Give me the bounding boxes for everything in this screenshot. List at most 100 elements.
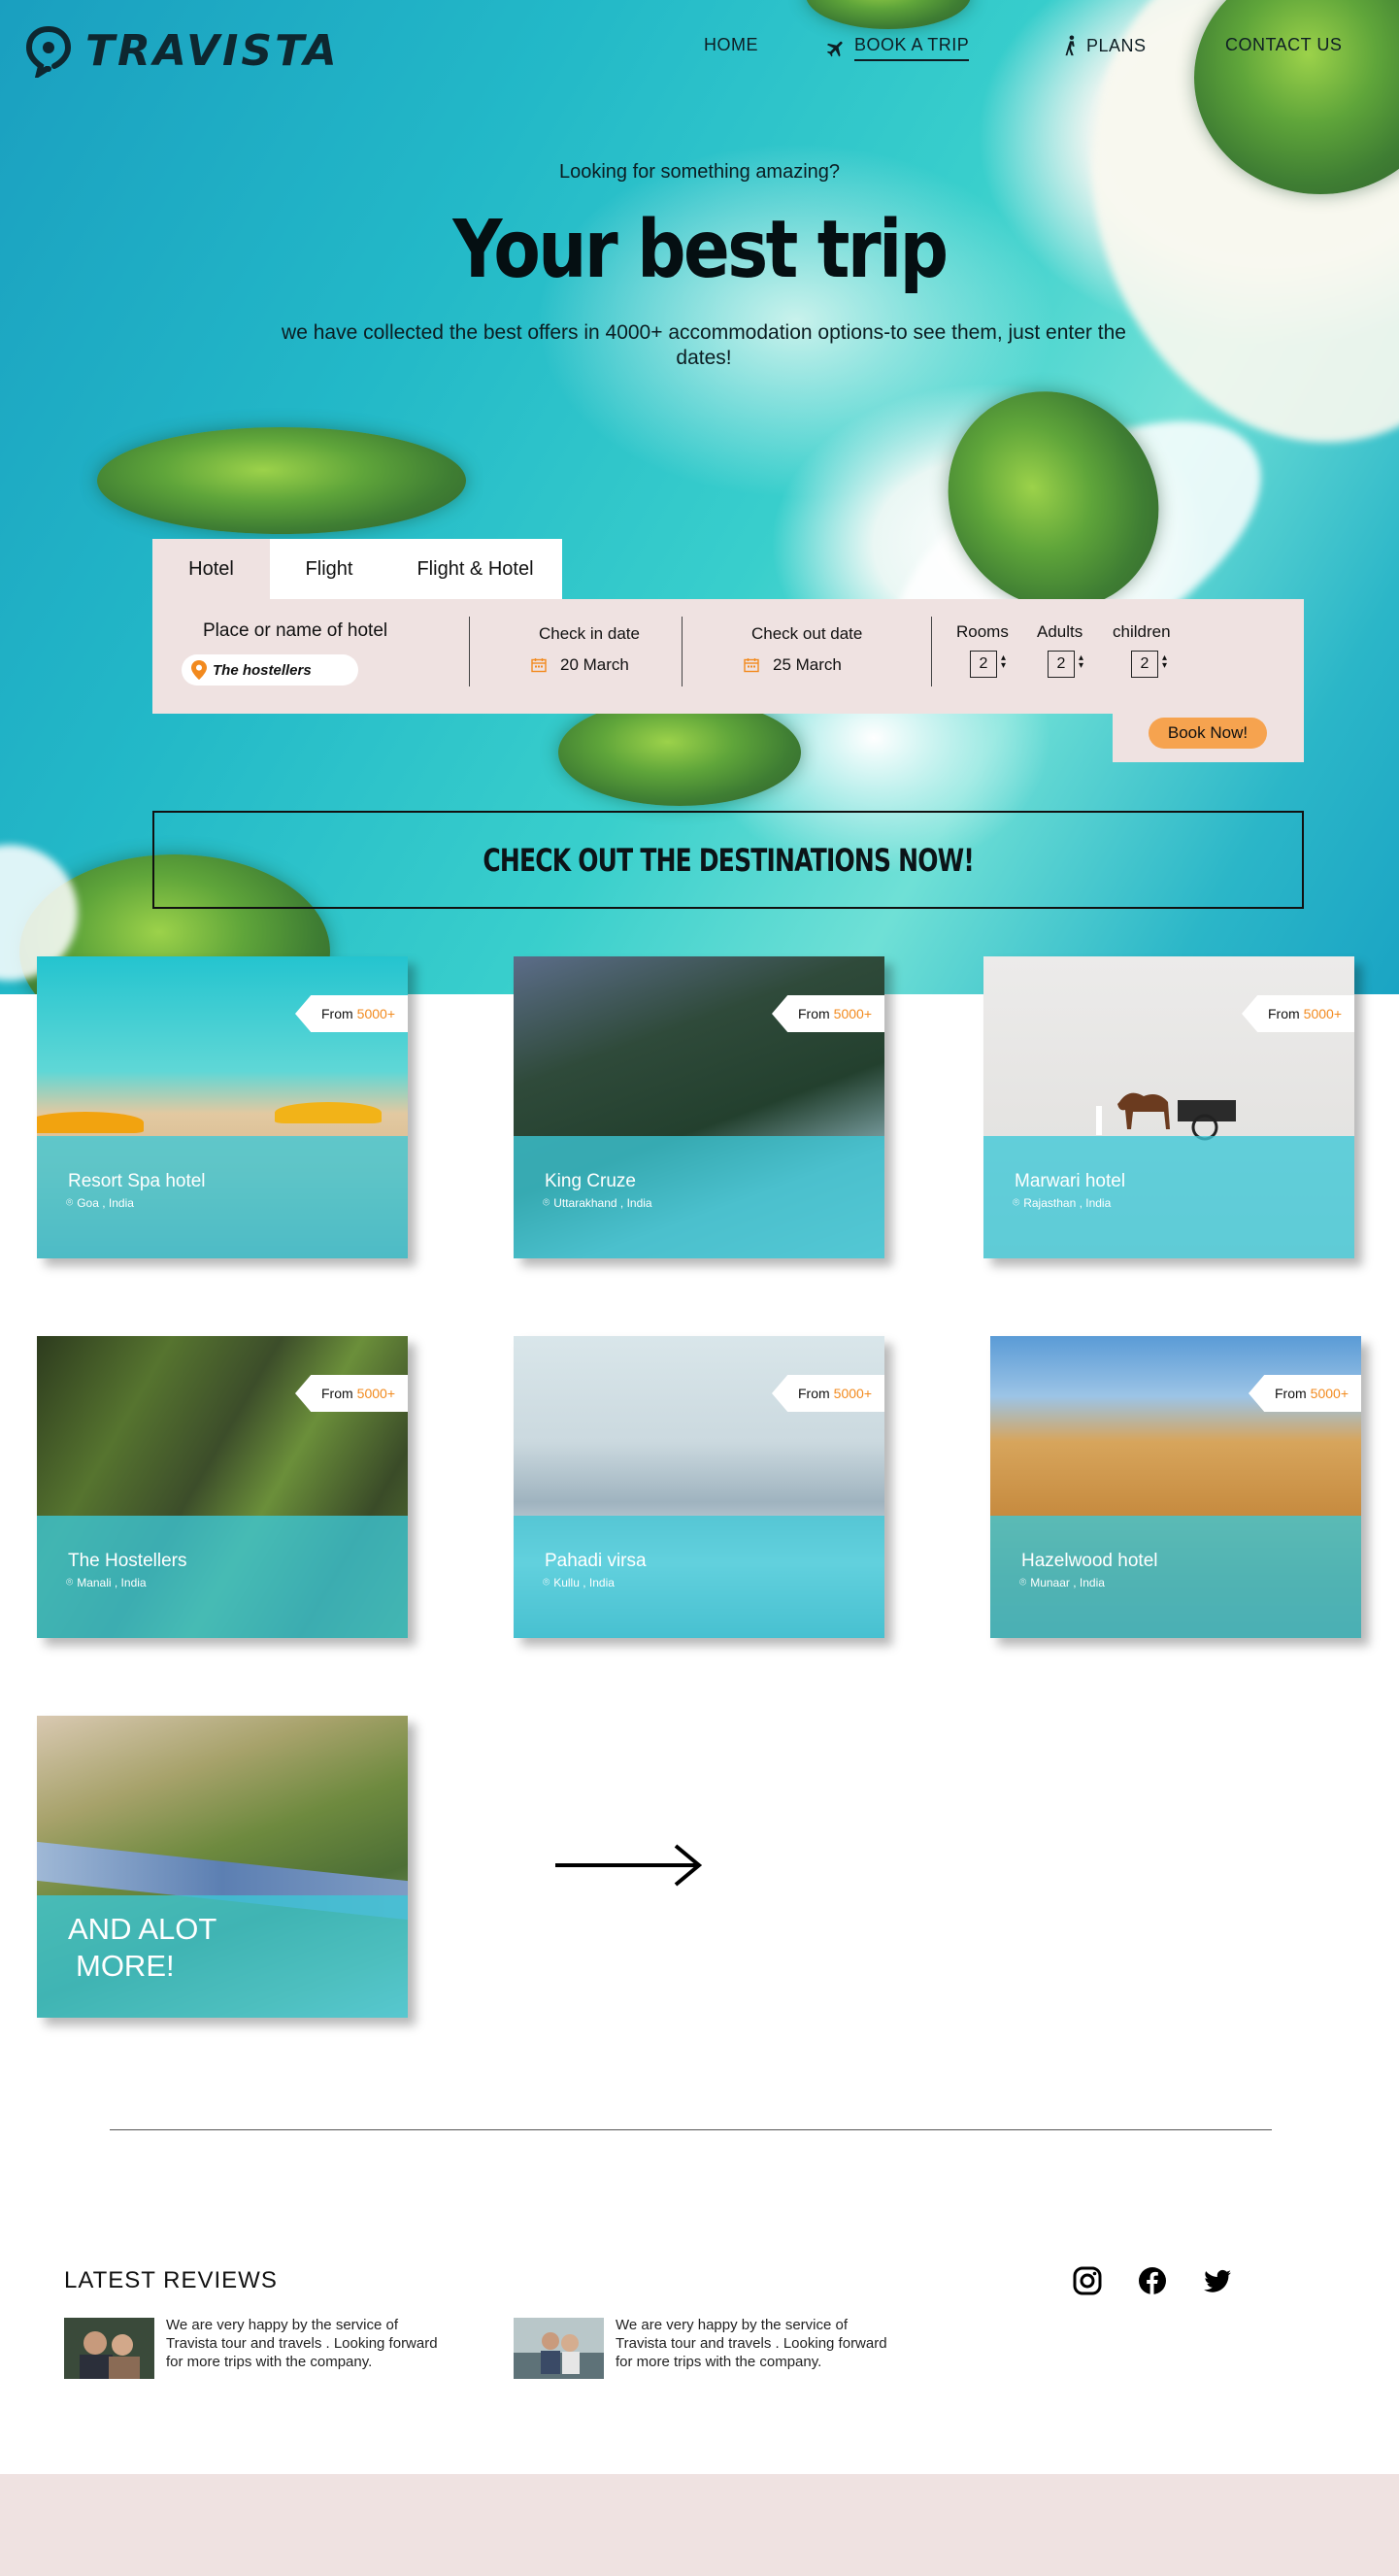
pin-icon: ⌾ bbox=[543, 1195, 550, 1209]
checkout-value: 25 March bbox=[773, 655, 842, 674]
nav-contact[interactable]: CONTACT US bbox=[1225, 35, 1342, 55]
reviews-title: LATEST REVIEWS bbox=[64, 2267, 278, 2293]
price-amount: 5000+ bbox=[1303, 1006, 1342, 1021]
price-amount: 5000+ bbox=[1310, 1386, 1349, 1401]
divider bbox=[469, 617, 470, 686]
price-tag: From 5000+ bbox=[1249, 1375, 1361, 1412]
card-location: ⌾ Rajasthan , India bbox=[1013, 1195, 1111, 1210]
divider bbox=[931, 617, 932, 686]
social-links bbox=[1072, 2265, 1233, 2296]
facebook-icon[interactable] bbox=[1137, 2265, 1168, 2296]
destination-card[interactable]: From 5000+ The Hostellers ⌾ Manali , India bbox=[37, 1336, 408, 1638]
checkout-field[interactable]: 25 March bbox=[744, 655, 842, 675]
booking-panel: Place or name of hotel The hostellers Ch… bbox=[152, 599, 1304, 714]
children-stepper-icon[interactable]: ▴ ▾ bbox=[1162, 653, 1167, 671]
main-nav: HOME BOOK A TRIP PLANS CONTACT US bbox=[0, 35, 1399, 64]
instagram-icon[interactable] bbox=[1072, 2265, 1103, 2296]
review-item: We are very happy by the service of Trav… bbox=[514, 2316, 887, 2379]
tab-flight-hotel[interactable]: Flight & Hotel bbox=[388, 539, 562, 599]
nav-home[interactable]: HOME bbox=[704, 35, 758, 55]
adults-input[interactable]: 2 bbox=[1048, 651, 1075, 678]
twitter-icon[interactable] bbox=[1202, 2265, 1233, 2296]
hiker-icon bbox=[1065, 35, 1075, 56]
review-item: We are very happy by the service of Trav… bbox=[64, 2316, 438, 2379]
rooms-input[interactable]: 2 bbox=[970, 651, 997, 678]
island-image bbox=[558, 699, 801, 806]
destination-card[interactable]: From 5000+ Hazelwood hotel ⌾ Munaar , Indi… bbox=[990, 1336, 1361, 1638]
hero-kicker: Looking for something amazing? bbox=[558, 161, 841, 183]
card-location: ⌾ Goa , India bbox=[66, 1195, 134, 1210]
checkin-label: Check in date bbox=[539, 624, 640, 643]
card-title: Marwari hotel bbox=[1015, 1171, 1126, 1191]
card-location: ⌾ Uttarakhand , India bbox=[543, 1195, 652, 1210]
section-divider bbox=[110, 2129, 1272, 2130]
card-location-text: Rajasthan , India bbox=[1023, 1195, 1112, 1210]
hero-subtitle: we have collected the best offers in 400… bbox=[282, 321, 1126, 369]
price-tag: From 5000+ bbox=[772, 995, 884, 1032]
nav-book-trip[interactable]: BOOK A TRIP bbox=[825, 35, 970, 61]
location-pin-icon bbox=[191, 660, 207, 680]
adults-label: Adults bbox=[1037, 622, 1083, 641]
island-image bbox=[97, 427, 466, 534]
card-title: King Cruze bbox=[545, 1171, 636, 1191]
card-location-text: Kullu , India bbox=[553, 1575, 615, 1589]
umbrella-image bbox=[37, 1112, 144, 1133]
more-text-line2: MORE! bbox=[76, 1949, 175, 1983]
price-from: From bbox=[1268, 1006, 1300, 1021]
pin-icon: ⌾ bbox=[543, 1575, 550, 1589]
checkin-value: 20 March bbox=[560, 655, 629, 674]
card-location: ⌾ Manali , India bbox=[66, 1575, 147, 1589]
island-image bbox=[806, 0, 971, 29]
price-amount: 5000+ bbox=[356, 1386, 395, 1401]
price-amount: 5000+ bbox=[356, 1006, 395, 1021]
pin-icon: ⌾ bbox=[1013, 1195, 1020, 1209]
card-location-text: Manali , India bbox=[77, 1575, 147, 1589]
price-from: From bbox=[321, 1006, 353, 1021]
card-title: Resort Spa hotel bbox=[68, 1171, 206, 1191]
arrow-right-icon[interactable] bbox=[553, 1843, 705, 1888]
more-text-line1: AND ALOT bbox=[68, 1912, 217, 1946]
destination-card[interactable]: From 5000+ King Cruze ⌾ Uttarakhand , Indi… bbox=[514, 956, 884, 1258]
place-label: Place or name of hotel bbox=[203, 620, 388, 641]
umbrella-image bbox=[275, 1102, 382, 1123]
children-input[interactable]: 2 bbox=[1131, 651, 1158, 678]
adults-stepper-icon[interactable]: ▴ ▾ bbox=[1079, 653, 1083, 671]
booking-tabs: Hotel Flight Flight & Hotel bbox=[152, 539, 562, 599]
price-from: From bbox=[798, 1006, 830, 1021]
price-from: From bbox=[1275, 1386, 1307, 1401]
nav-plans[interactable]: PLANS bbox=[1063, 35, 1147, 56]
rooms-stepper-icon[interactable]: ▴ ▾ bbox=[1001, 653, 1006, 671]
pin-icon: ⌾ bbox=[66, 1195, 74, 1209]
pin-icon: ⌾ bbox=[66, 1575, 74, 1589]
card-location: ⌾ Kullu , India bbox=[543, 1575, 615, 1589]
hero-title: Your best trip bbox=[452, 204, 949, 296]
place-input[interactable]: The hostellers bbox=[182, 654, 358, 686]
children-label: children bbox=[1113, 622, 1171, 641]
price-amount: 5000+ bbox=[833, 1386, 872, 1401]
calendar-icon bbox=[531, 658, 547, 673]
footer bbox=[0, 2474, 1399, 2576]
card-location-text: Uttarakhand , India bbox=[553, 1195, 652, 1210]
destination-card[interactable]: From 5000+ Pahadi virsa ⌾ Kullu , India bbox=[514, 1336, 884, 1638]
nav-contact-label: CONTACT US bbox=[1225, 35, 1343, 54]
card-location: ⌾ Munaar , India bbox=[1019, 1575, 1105, 1589]
destination-card[interactable]: From 5000+ Resort Spa hotel ⌾ Goa , India bbox=[37, 956, 408, 1258]
price-from: From bbox=[798, 1386, 830, 1401]
rooms-label: Rooms bbox=[956, 622, 1009, 641]
more-destinations-card[interactable]: AND ALOT MORE! bbox=[37, 1716, 408, 2018]
price-tag: From 5000+ bbox=[1242, 995, 1354, 1032]
nav-book-trip-label: BOOK A TRIP bbox=[854, 35, 970, 61]
card-title: Pahadi virsa bbox=[545, 1551, 647, 1571]
nav-home-label: HOME bbox=[704, 35, 758, 54]
checkin-field[interactable]: 20 March bbox=[531, 655, 629, 675]
reviewer-avatar bbox=[64, 2318, 154, 2379]
book-button-wrap: Book Now! bbox=[1113, 714, 1304, 762]
destinations-cta[interactable]: CHECK OUT THE DESTINATIONS NOW! bbox=[152, 811, 1304, 909]
destination-card[interactable]: From 5000+ Marwari hotel ⌾ Rajasthan , Ind… bbox=[983, 956, 1354, 1258]
tab-hotel[interactable]: Hotel bbox=[152, 539, 270, 599]
tab-flight[interactable]: Flight bbox=[270, 539, 388, 599]
camel-cart-image bbox=[1096, 1092, 1236, 1141]
book-now-button[interactable]: Book Now! bbox=[1149, 718, 1267, 749]
cta-text: CHECK OUT THE DESTINATIONS NOW! bbox=[483, 841, 975, 879]
calendar-icon bbox=[744, 658, 759, 673]
